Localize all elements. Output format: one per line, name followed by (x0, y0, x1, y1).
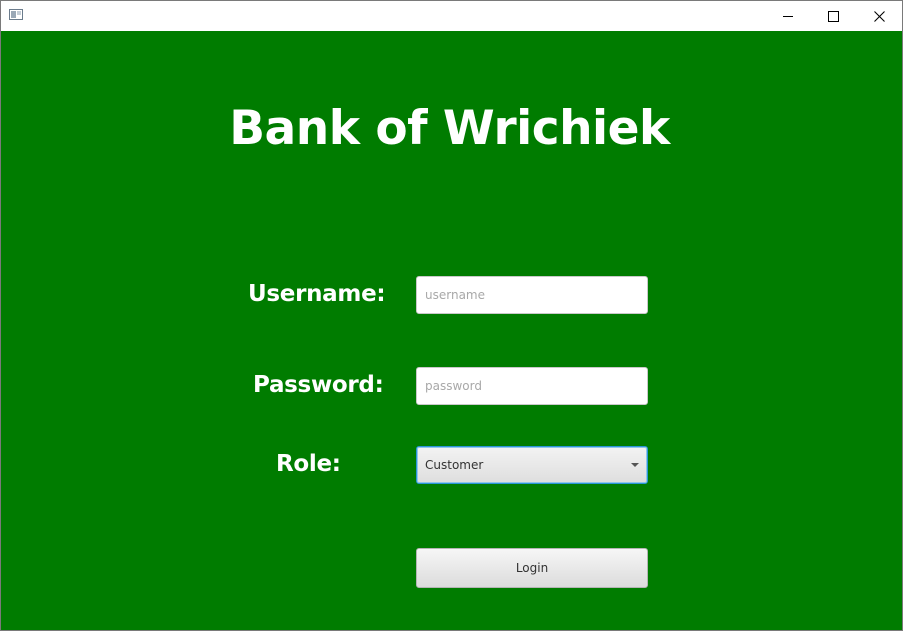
minimize-button[interactable] (765, 1, 811, 31)
role-select-value: Customer (425, 458, 484, 472)
app-window: Bank of Wrichiek Username: Password: Rol… (0, 0, 903, 631)
username-label: Username: (248, 281, 386, 307)
app-window-icon (9, 9, 23, 20)
login-panel: Bank of Wrichiek Username: Password: Rol… (1, 31, 902, 630)
title-bar[interactable] (1, 1, 902, 31)
role-select[interactable]: Customer (416, 446, 648, 484)
minimize-icon (783, 16, 793, 17)
role-label: Role: (276, 451, 341, 477)
close-button[interactable] (856, 1, 902, 31)
maximize-button[interactable] (810, 1, 856, 31)
password-label: Password: (253, 372, 384, 398)
chevron-down-icon (631, 463, 639, 467)
username-input[interactable] (416, 276, 648, 314)
maximize-icon (827, 10, 839, 22)
close-icon (873, 10, 885, 22)
page-title: Bank of Wrichiek (229, 101, 670, 156)
login-button[interactable]: Login (416, 548, 648, 588)
password-input[interactable] (416, 367, 648, 405)
